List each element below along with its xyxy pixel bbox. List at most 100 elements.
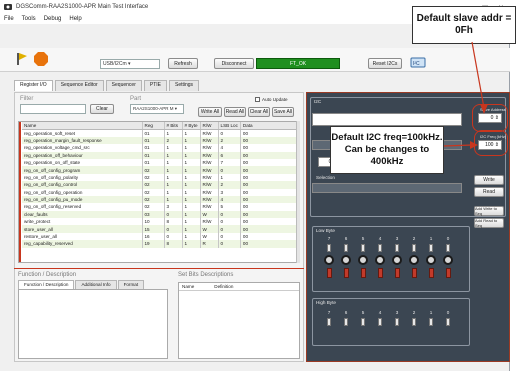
low-byte-bit-knob[interactable] <box>392 255 402 265</box>
low-byte-bit-switch[interactable] <box>445 268 451 278</box>
menu-tools[interactable]: Tools <box>22 16 36 22</box>
auto-update-option[interactable]: Auto Update <box>255 97 288 102</box>
table-scrollbar[interactable] <box>296 121 300 263</box>
function-description-box[interactable] <box>18 289 168 359</box>
tab-settings[interactable]: Settings <box>168 80 200 91</box>
menu-file[interactable]: File <box>4 16 14 22</box>
subtab-function[interactable]: Function / Description <box>18 280 75 289</box>
table-row[interactable]: reg_on_off_config_polarity 02 1 1 R/W 1 00 <box>22 173 299 182</box>
low-byte-bit-toggle[interactable] <box>327 244 331 252</box>
table-row[interactable]: store_user_all 15 0 1 W 0 00 <box>22 225 299 233</box>
high-byte-bit-toggle[interactable] <box>429 318 433 326</box>
subtab-format[interactable]: Format <box>117 280 145 289</box>
low-byte-bit-toggle[interactable] <box>395 244 399 252</box>
low-byte-bit-knob[interactable] <box>375 255 385 265</box>
part-select[interactable]: RAA2S1000-APR M ▾ <box>130 104 184 114</box>
connect-icon[interactable]: I²C <box>410 55 426 69</box>
cell-data[interactable]: 00 <box>240 144 299 152</box>
table-row[interactable]: reg_on_off_config_control 02 1 1 R/W 2 00 <box>22 181 299 189</box>
cell-data[interactable]: 00 <box>240 129 299 137</box>
table-row[interactable]: reg_on_off_config_reserved 02 3 1 R/W 5 00 <box>22 203 299 211</box>
write-all-button[interactable]: Write All <box>198 107 222 117</box>
col-data[interactable]: Data <box>240 122 299 130</box>
table-row[interactable]: reg_on_off_config_program 02 1 1 R/W 0 00 <box>22 166 299 174</box>
selection-select[interactable] <box>312 183 462 193</box>
read-all-button[interactable]: Read All <box>224 107 246 117</box>
low-byte-bit-switch[interactable] <box>326 268 332 278</box>
table-row[interactable]: reg_on_off_config_pu_mode 02 1 1 R/W 4 00 <box>22 195 299 204</box>
table-row[interactable]: reg_operation_off_behaviour 01 1 1 R/W 6 00 <box>22 151 299 159</box>
tab-sequence-editor[interactable]: Sequence Editor <box>54 80 104 91</box>
low-byte-bit-toggle[interactable] <box>412 244 416 252</box>
add-write-to-seq-button[interactable]: Add Write to Seq <box>474 206 504 216</box>
low-byte-bit-switch[interactable] <box>428 268 434 278</box>
cell-data[interactable]: 00 <box>240 158 299 167</box>
low-byte-bit-switch[interactable] <box>360 268 366 278</box>
table-row[interactable]: reg_operation_voltage_cmd_src 01 1 1 R/W 4 00 <box>22 144 299 152</box>
save-all-button[interactable]: Save All <box>272 107 294 117</box>
table-row[interactable]: clear_faults 03 0 1 W 0 00 <box>22 210 299 219</box>
low-byte-bit-switch[interactable] <box>411 268 417 278</box>
tab-ptie[interactable]: PTIE <box>143 80 167 91</box>
subtab-additional-info[interactable]: Additional Info <box>75 280 117 289</box>
low-byte-bit-switch[interactable] <box>377 268 383 278</box>
low-byte-bit-knob[interactable] <box>409 255 419 265</box>
table-row[interactable]: reg_on_off_config_operation 02 1 1 R/W 3 00 <box>22 188 299 196</box>
cell-data[interactable]: 00 <box>240 173 299 182</box>
table-row[interactable]: write_protect 10 8 1 R/W 0 00 <box>22 218 299 226</box>
low-byte-bit-toggle[interactable] <box>429 244 433 252</box>
cell-data[interactable]: 00 <box>240 210 299 219</box>
col-bytes[interactable]: # Byte <box>182 122 201 130</box>
low-byte-bit-knob[interactable] <box>324 255 334 265</box>
tab-sequencer[interactable]: Sequencer <box>105 80 142 91</box>
tab-register-io[interactable]: Register I/O <box>14 80 53 91</box>
interface-select[interactable]: USB/I2Cm ▾ <box>100 59 160 69</box>
table-row[interactable]: reg_operation_margin_fault_response 01 2 1 R… <box>22 136 299 145</box>
cell-data[interactable]: 00 <box>240 195 299 204</box>
add-read-to-seq-button[interactable]: Add Read to Seq <box>474 218 504 228</box>
menu-help[interactable]: Help <box>69 16 81 22</box>
cell-data[interactable]: 00 <box>240 225 299 233</box>
low-byte-bit-switch[interactable] <box>394 268 400 278</box>
col-name[interactable]: Name <box>22 122 143 130</box>
stop-icon[interactable] <box>34 52 48 66</box>
menu-debug[interactable]: Debug <box>44 16 62 22</box>
low-byte-bit-knob[interactable] <box>341 255 351 265</box>
low-byte-bit-toggle[interactable] <box>378 244 382 252</box>
cell-data[interactable]: 00 <box>240 151 299 159</box>
table-row[interactable]: reg_operation_soft_reset 01 1 1 R/W 0 00 <box>22 129 299 137</box>
cell-data[interactable]: 00 <box>240 232 299 241</box>
low-byte-bit-switch[interactable] <box>343 268 349 278</box>
high-byte-bit-toggle[interactable] <box>327 318 331 326</box>
high-byte-bit-toggle[interactable] <box>361 318 365 326</box>
cell-data[interactable]: 00 <box>240 136 299 145</box>
cell-data[interactable]: 00 <box>240 203 299 211</box>
cell-data[interactable]: 00 <box>240 218 299 226</box>
refresh-button[interactable]: Refresh <box>168 58 198 69</box>
col-bits[interactable]: # Bits <box>164 122 183 130</box>
clear-filter-button[interactable]: Clear <box>90 104 114 114</box>
high-byte-bit-toggle[interactable] <box>344 318 348 326</box>
col-rw[interactable]: R/W <box>200 122 219 130</box>
auto-update-checkbox[interactable] <box>255 97 260 102</box>
table-row[interactable]: reg_operation_on_off_state 01 1 1 R/W 7 00 <box>22 158 299 167</box>
low-byte-bit-toggle[interactable] <box>446 244 450 252</box>
flag-icon[interactable] <box>16 52 28 66</box>
low-byte-bit-toggle[interactable] <box>361 244 365 252</box>
cell-data[interactable]: 00 <box>240 166 299 174</box>
reset-i2cs-button[interactable]: Reset I2Cs <box>368 58 402 69</box>
high-byte-bit-toggle[interactable] <box>395 318 399 326</box>
clear-all-button[interactable]: Clear All <box>248 107 270 117</box>
table-row[interactable]: restore_user_all 16 0 1 W 0 00 <box>22 232 299 241</box>
cell-data[interactable]: 00 <box>240 240 299 248</box>
low-byte-bit-knob[interactable] <box>443 255 453 265</box>
low-byte-bit-knob[interactable] <box>358 255 368 265</box>
col-reg[interactable]: Reg <box>142 122 165 130</box>
high-byte-bit-toggle[interactable] <box>412 318 416 326</box>
cell-data[interactable]: 00 <box>240 181 299 189</box>
read-button[interactable]: Read <box>474 187 504 197</box>
high-byte-bit-toggle[interactable] <box>446 318 450 326</box>
filter-input[interactable] <box>20 104 86 114</box>
table-row[interactable]: reg_capability_reserved 19 8 1 R 0 00 <box>22 240 299 248</box>
disconnect-button[interactable]: Disconnect <box>214 58 254 69</box>
